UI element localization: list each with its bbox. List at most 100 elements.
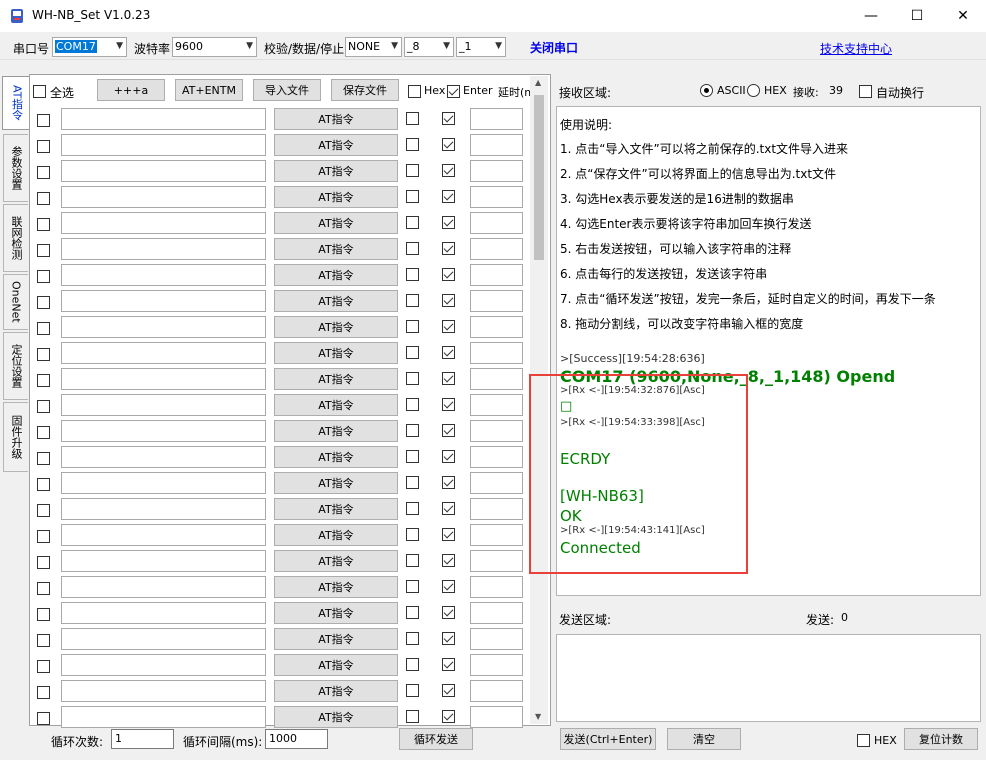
row-hex-checkbox[interactable]: [406, 216, 419, 229]
at-send-button[interactable]: AT指令: [274, 186, 398, 208]
command-input[interactable]: [61, 472, 266, 494]
row-hex-checkbox[interactable]: [406, 632, 419, 645]
row-hex-checkbox[interactable]: [406, 398, 419, 411]
at-send-button[interactable]: AT指令: [274, 524, 398, 546]
at-send-button[interactable]: AT指令: [274, 706, 398, 728]
at-send-button[interactable]: AT指令: [274, 394, 398, 416]
tab-location-settings[interactable]: 定位设置: [3, 332, 28, 400]
row-hex-checkbox[interactable]: [406, 710, 419, 723]
row-delay-input[interactable]: [470, 316, 523, 338]
support-link[interactable]: 技术支持中心: [820, 40, 892, 57]
row-hex-checkbox[interactable]: [406, 320, 419, 333]
row-delay-input[interactable]: [470, 524, 523, 546]
row-delay-input[interactable]: [470, 134, 523, 156]
row-enter-checkbox[interactable]: [442, 502, 455, 515]
at-send-button[interactable]: AT指令: [274, 290, 398, 312]
row-enter-checkbox[interactable]: [442, 320, 455, 333]
command-input[interactable]: [61, 342, 266, 364]
row-enter-checkbox[interactable]: [442, 528, 455, 541]
row-enter-checkbox[interactable]: [442, 268, 455, 281]
row-enter-checkbox[interactable]: [442, 138, 455, 151]
at-send-button[interactable]: AT指令: [274, 368, 398, 390]
plus-plus-plus-button[interactable]: +++a: [97, 79, 165, 101]
row-enter-checkbox[interactable]: [442, 164, 455, 177]
row-select-checkbox[interactable]: [37, 348, 50, 361]
row-select-checkbox[interactable]: [37, 452, 50, 465]
row-select-checkbox[interactable]: [37, 634, 50, 647]
row-enter-checkbox[interactable]: [442, 632, 455, 645]
row-delay-input[interactable]: [470, 602, 523, 624]
row-delay-input[interactable]: [470, 706, 523, 728]
row-enter-checkbox[interactable]: [442, 372, 455, 385]
at-send-button[interactable]: AT指令: [274, 550, 398, 572]
auto-wrap-checkbox[interactable]: [859, 85, 872, 98]
row-enter-checkbox[interactable]: [442, 606, 455, 619]
command-input[interactable]: [61, 160, 266, 182]
row-select-checkbox[interactable]: [37, 322, 50, 335]
data-bits-select[interactable]: _8 ▼: [404, 37, 454, 57]
row-enter-checkbox[interactable]: [442, 450, 455, 463]
row-hex-checkbox[interactable]: [406, 372, 419, 385]
row-select-checkbox[interactable]: [37, 608, 50, 621]
row-select-checkbox[interactable]: [37, 478, 50, 491]
at-send-button[interactable]: AT指令: [274, 420, 398, 442]
at-send-button[interactable]: AT指令: [274, 446, 398, 468]
row-delay-input[interactable]: [470, 394, 523, 416]
row-select-checkbox[interactable]: [37, 426, 50, 439]
row-select-checkbox[interactable]: [37, 712, 50, 725]
import-file-button[interactable]: 导入文件: [253, 79, 321, 101]
at-send-button[interactable]: AT指令: [274, 628, 398, 650]
row-delay-input[interactable]: [470, 654, 523, 676]
row-hex-checkbox[interactable]: [406, 424, 419, 437]
port-select[interactable]: COM17 ▼: [52, 37, 127, 57]
select-all-checkbox[interactable]: [33, 85, 46, 98]
row-select-checkbox[interactable]: [37, 530, 50, 543]
row-delay-input[interactable]: [470, 238, 523, 260]
row-enter-checkbox[interactable]: [442, 346, 455, 359]
row-hex-checkbox[interactable]: [406, 476, 419, 489]
enter-all-checkbox[interactable]: [447, 85, 460, 98]
row-enter-checkbox[interactable]: [442, 658, 455, 671]
command-input[interactable]: [61, 576, 266, 598]
at-send-button[interactable]: AT指令: [274, 108, 398, 130]
row-delay-input[interactable]: [470, 108, 523, 130]
tab-parameter-settings[interactable]: 参数设置: [3, 134, 28, 202]
send-hex-checkbox[interactable]: [857, 734, 870, 747]
tab-firmware-upgrade[interactable]: 固件升级: [3, 402, 28, 472]
command-input[interactable]: [61, 316, 266, 338]
row-hex-checkbox[interactable]: [406, 190, 419, 203]
close-button[interactable]: ✕: [940, 0, 986, 32]
loop-count-input[interactable]: 1: [111, 729, 174, 749]
row-hex-checkbox[interactable]: [406, 138, 419, 151]
row-delay-input[interactable]: [470, 212, 523, 234]
command-input[interactable]: [61, 550, 266, 572]
scroll-down-icon[interactable]: ▼: [535, 712, 541, 721]
command-input[interactable]: [61, 186, 266, 208]
row-enter-checkbox[interactable]: [442, 710, 455, 723]
row-hex-checkbox[interactable]: [406, 658, 419, 671]
row-hex-checkbox[interactable]: [406, 450, 419, 463]
at-send-button[interactable]: AT指令: [274, 472, 398, 494]
row-delay-input[interactable]: [470, 342, 523, 364]
row-enter-checkbox[interactable]: [442, 580, 455, 593]
loop-interval-input[interactable]: 1000: [265, 729, 328, 749]
tab-at-commands[interactable]: AT指令: [2, 76, 30, 130]
command-input[interactable]: [61, 238, 266, 260]
save-file-button[interactable]: 保存文件: [331, 79, 399, 101]
row-hex-checkbox[interactable]: [406, 502, 419, 515]
parity-select[interactable]: NONE ▼: [345, 37, 402, 57]
row-select-checkbox[interactable]: [37, 244, 50, 257]
at-send-button[interactable]: AT指令: [274, 602, 398, 624]
row-select-checkbox[interactable]: [37, 556, 50, 569]
row-hex-checkbox[interactable]: [406, 580, 419, 593]
row-enter-checkbox[interactable]: [442, 424, 455, 437]
command-input[interactable]: [61, 602, 266, 624]
scrollbar-thumb[interactable]: [534, 95, 544, 260]
row-enter-checkbox[interactable]: [442, 398, 455, 411]
at-send-button[interactable]: AT指令: [274, 316, 398, 338]
command-input[interactable]: [61, 446, 266, 468]
at-send-button[interactable]: AT指令: [274, 342, 398, 364]
command-input[interactable]: [61, 498, 266, 520]
at-send-button[interactable]: AT指令: [274, 160, 398, 182]
at-send-button[interactable]: AT指令: [274, 134, 398, 156]
